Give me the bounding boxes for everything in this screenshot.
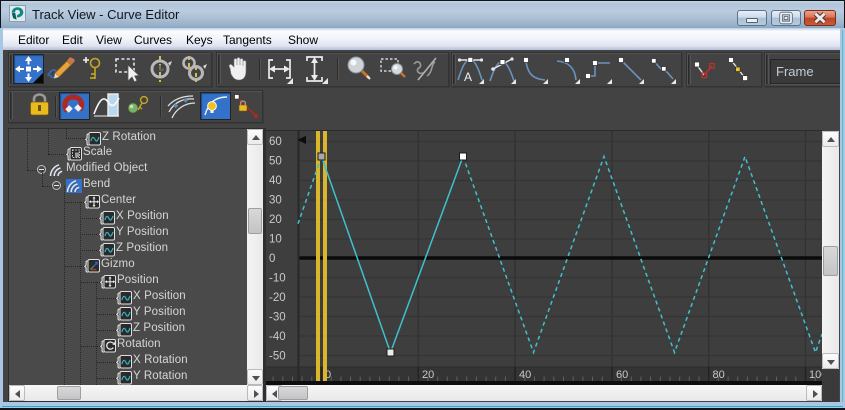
svg-text:{: {	[116, 323, 120, 337]
svg-text:A: A	[464, 70, 472, 84]
svg-text:50: 50	[269, 156, 282, 168]
svg-text:20: 20	[422, 369, 434, 381]
svg-text:{: {	[85, 132, 89, 146]
svg-text:30: 30	[269, 195, 282, 207]
svg-text:-20: -20	[269, 292, 286, 304]
svg-text:60: 60	[269, 136, 282, 148]
svg-text:{: {	[66, 147, 70, 161]
svg-text:{: {	[116, 371, 120, 385]
svg-text:20: 20	[269, 214, 282, 226]
svg-text:{: {	[116, 307, 120, 321]
svg-text:0: 0	[269, 253, 275, 265]
svg-text:80: 80	[713, 369, 725, 381]
svg-text:-40: -40	[269, 331, 286, 343]
svg-text:40: 40	[519, 369, 531, 381]
svg-text:{: {	[84, 195, 88, 209]
svg-text:{: {	[100, 339, 104, 353]
svg-text:-10: -10	[269, 273, 286, 285]
svg-text:{: {	[116, 355, 120, 369]
svg-text:{: {	[99, 243, 103, 257]
svg-text:{: {	[116, 291, 120, 305]
svg-text:100: 100	[809, 369, 822, 381]
svg-text:60: 60	[616, 369, 628, 381]
svg-text:{: {	[84, 259, 88, 273]
svg-text:{: {	[100, 275, 104, 289]
svg-text:10: 10	[269, 234, 282, 246]
svg-text:{: {	[99, 227, 103, 241]
svg-text:40: 40	[269, 175, 282, 187]
svg-text:-30: -30	[269, 312, 286, 324]
svg-text:-50: -50	[269, 351, 286, 363]
svg-text:{: {	[99, 211, 103, 225]
